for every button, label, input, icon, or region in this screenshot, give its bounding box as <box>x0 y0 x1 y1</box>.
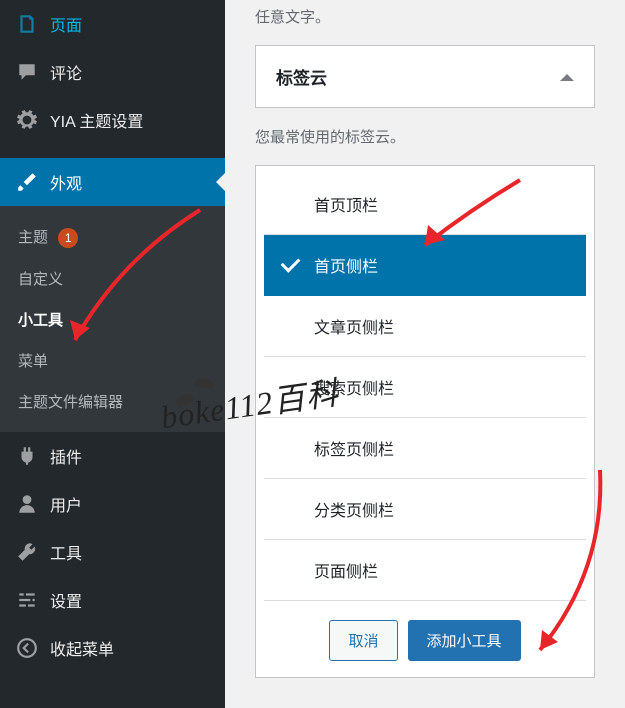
update-badge: 1 <box>58 228 78 248</box>
menu-label: 收起菜单 <box>50 636 114 660</box>
collapse-icon <box>16 637 38 659</box>
menu-label: 设置 <box>50 588 82 612</box>
option-label: 分类页侧栏 <box>314 503 394 520</box>
widget-title: 标签云 <box>276 64 327 89</box>
menu-item-plugins[interactable]: 插件 <box>0 432 225 480</box>
menu-label: 用户 <box>50 492 82 516</box>
area-list[interactable]: 首页顶栏 首页侧栏 文章页侧栏 搜索页侧栏 标签页侧栏 分类页侧栏 页面侧栏 归… <box>264 174 586 604</box>
menu-item-users[interactable]: 用户 <box>0 480 225 528</box>
submenu-themes[interactable]: 主题 1 <box>0 216 225 258</box>
menu-item-collapse[interactable]: 收起菜单 <box>0 624 225 672</box>
area-option[interactable]: 文章页侧栏 <box>264 296 586 357</box>
user-icon <box>16 493 38 515</box>
menu-item-comments[interactable]: 评论 <box>0 48 225 96</box>
area-option[interactable]: 分类页侧栏 <box>264 479 586 540</box>
add-widget-button[interactable]: 添加小工具 <box>408 620 521 661</box>
area-option[interactable]: 页面侧栏 <box>264 540 586 601</box>
area-option[interactable]: 标签页侧栏 <box>264 418 586 479</box>
wrench-icon <box>16 541 38 563</box>
area-option[interactable]: 首页顶栏 <box>264 174 586 235</box>
menu-label: YIA 主题设置 <box>50 108 143 132</box>
widget-tag-cloud: 标签云 <box>255 45 595 108</box>
submenu-customize[interactable]: 自定义 <box>0 258 225 299</box>
menu-item-settings[interactable]: 设置 <box>0 576 225 624</box>
option-label: 文章页侧栏 <box>314 320 394 337</box>
area-option[interactable]: 归档页侧栏 <box>264 601 586 604</box>
submenu-label: 自定义 <box>18 271 63 288</box>
widget-header[interactable]: 标签云 <box>256 46 594 107</box>
area-option-selected[interactable]: 首页侧栏 <box>264 235 586 296</box>
option-label: 首页侧栏 <box>314 259 378 276</box>
menu-item-tools[interactable]: 工具 <box>0 528 225 576</box>
menu-item-theme-settings[interactable]: YIA 主题设置 <box>0 96 225 144</box>
menu-label: 页面 <box>50 12 82 36</box>
page-icon <box>16 13 38 35</box>
chevron-up-icon <box>560 67 574 81</box>
menu-label: 评论 <box>50 60 82 84</box>
comment-icon <box>16 61 38 83</box>
submenu-label: 主题 <box>18 229 48 246</box>
top-hint-text: 任意文字。 <box>255 6 595 27</box>
sliders-icon <box>16 589 38 611</box>
menu-label: 工具 <box>50 540 82 564</box>
option-label: 首页顶栏 <box>314 198 378 215</box>
cancel-button[interactable]: 取消 <box>329 620 397 661</box>
admin-sidebar: 页面 评论 YIA 主题设置 外观 主题 1 自定义 小工具 菜单 主题文件编辑… <box>0 0 225 708</box>
sidebar-area-selector: 首页顶栏 首页侧栏 文章页侧栏 搜索页侧栏 标签页侧栏 分类页侧栏 页面侧栏 归… <box>255 165 595 678</box>
menu-item-pages[interactable]: 页面 <box>0 0 225 48</box>
brush-icon <box>16 171 38 193</box>
plug-icon <box>16 445 38 467</box>
submenu-menus[interactable]: 菜单 <box>0 340 225 381</box>
submenu-widgets[interactable]: 小工具 <box>0 299 225 340</box>
submenu-label: 小工具 <box>18 312 63 329</box>
option-label: 页面侧栏 <box>314 564 378 581</box>
submenu-label: 主题文件编辑器 <box>18 394 123 411</box>
option-label: 搜索页侧栏 <box>314 381 394 398</box>
submenu-label: 菜单 <box>18 353 48 370</box>
menu-label: 外观 <box>50 170 82 194</box>
menu-item-appearance[interactable]: 外观 <box>0 158 225 206</box>
action-bar: 取消 添加小工具 <box>264 604 586 677</box>
widget-description: 您最常使用的标签云。 <box>255 126 595 147</box>
area-option[interactable]: 搜索页侧栏 <box>264 357 586 418</box>
menu-label: 插件 <box>50 444 82 468</box>
main-content: 任意文字。 标签云 您最常使用的标签云。 首页顶栏 首页侧栏 文章页侧栏 搜索页… <box>225 0 625 708</box>
gear-icon <box>16 109 38 131</box>
option-label: 标签页侧栏 <box>314 442 394 459</box>
